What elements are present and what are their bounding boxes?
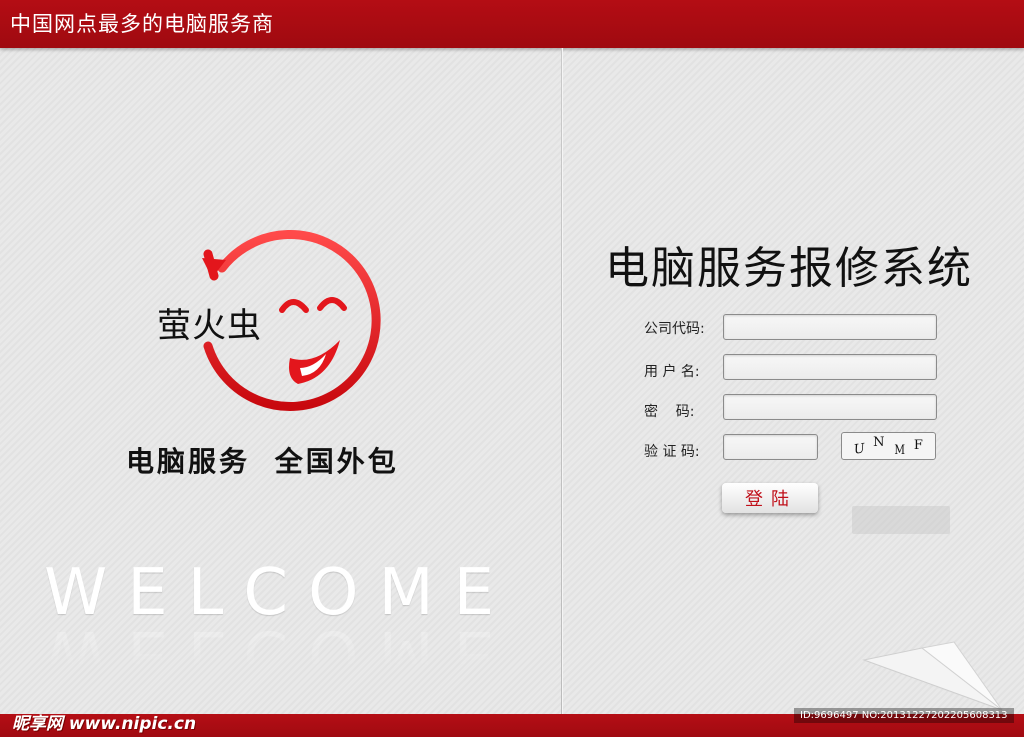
paper-plane-icon bbox=[862, 641, 1003, 711]
captcha-input[interactable] bbox=[723, 434, 818, 460]
captcha-char: F bbox=[913, 437, 923, 453]
company-code-input[interactable] bbox=[723, 314, 937, 340]
password-input[interactable] bbox=[723, 394, 937, 420]
captcha-image[interactable]: U N M F bbox=[841, 432, 936, 460]
captcha-char: U bbox=[853, 440, 867, 458]
company-code-label: 公司代码: bbox=[644, 321, 705, 337]
panel-divider bbox=[561, 48, 562, 714]
captcha-label: 验 证 码: bbox=[644, 444, 700, 460]
welcome-reflection: WELCOME bbox=[44, 616, 515, 690]
brand-name: 萤火虫 bbox=[157, 306, 262, 346]
username-label: 用 户 名: bbox=[644, 364, 700, 380]
image-id-watermark: ID:9696497 NO:20131227202205608313 bbox=[794, 708, 1014, 723]
captcha-char: M bbox=[893, 442, 905, 458]
brand-tagline: 电脑服务 全国外包 bbox=[126, 445, 399, 478]
password-label: 密 码: bbox=[644, 404, 695, 420]
captcha-char: N bbox=[873, 434, 885, 450]
header-bar: 中国网点最多的电脑服务商 bbox=[0, 0, 1024, 48]
header-title: 中国网点最多的电脑服务商 bbox=[10, 12, 274, 36]
blank-placeholder-box bbox=[852, 506, 950, 534]
system-title: 电脑服务报修系统 bbox=[605, 243, 973, 294]
login-button[interactable]: 登陆 bbox=[722, 483, 818, 513]
username-input[interactable] bbox=[723, 354, 937, 380]
site-watermark: 昵享网 www.nipic.cn bbox=[12, 714, 197, 734]
